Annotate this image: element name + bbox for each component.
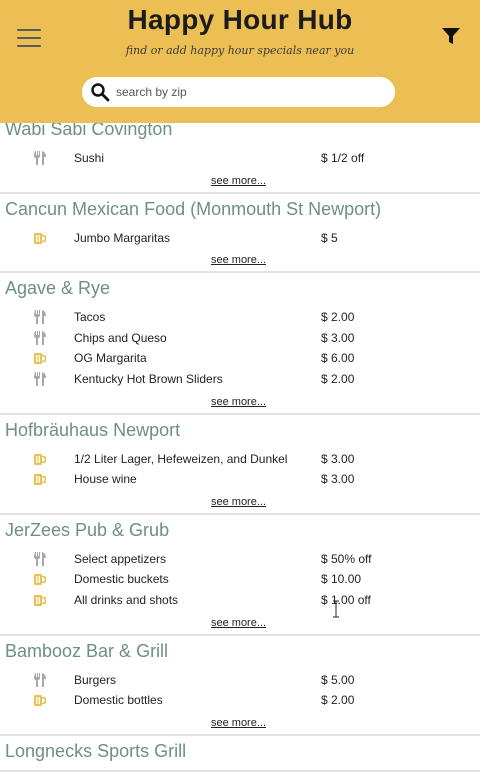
food-icon: [33, 151, 47, 165]
deal-description: Chips and Queso: [74, 330, 167, 345]
drink-icon: [33, 693, 47, 707]
deal-row: Select appetizers $ 50% off: [0, 549, 480, 569]
venue-name[interactable]: Longnecks Sports Grill: [5, 741, 186, 762]
venue-card[interactable]: Wabi Sabi Covington Sushi $ 1/2 off see mor…: [0, 114, 480, 194]
venue-name[interactable]: Hofbräuhaus Newport: [5, 420, 180, 441]
drink-icon: [33, 231, 47, 245]
deal-row: Sushi $ 1/2 off: [0, 148, 480, 168]
see-more-link[interactable]: see more...: [0, 617, 477, 629]
venue-name[interactable]: JerZees Pub & Grub: [5, 520, 169, 541]
venue-card[interactable]: JerZees Pub & Grub Select appetizers $ 50%…: [0, 515, 480, 636]
deal-row: 1/2 Liter Lager, Hefeweizen, and Dunkel $…: [0, 449, 480, 469]
deal-price: $ 5.00: [321, 672, 355, 687]
food-icon: [33, 330, 47, 345]
deal-row: House wine $ 3.00: [0, 469, 480, 489]
drink-icon: [33, 472, 47, 486]
app-header: Happy Hour Hub find or add happy hour sp…: [0, 0, 480, 123]
deal-row: Kentucky Hot Brown Sliders $ 2.00: [0, 369, 480, 389]
deal-description: Select appetizers: [74, 551, 167, 566]
venue-card[interactable]: Cancun Mexican Food (Monmouth St Newport…: [0, 194, 480, 274]
venue-name[interactable]: Agave & Rye: [5, 278, 110, 299]
see-more-link[interactable]: see more...: [0, 717, 477, 729]
deal-description: 1/2 Liter Lager, Hefeweizen, and Dunkel: [74, 451, 288, 466]
deal-price: $ 1.00 off: [321, 592, 371, 607]
deal-price: $ 50% off: [321, 551, 372, 566]
deal-description: House wine: [74, 472, 137, 487]
venue-card[interactable]: Hofbräuhaus Newport 1/2 Liter Lager, Hefe…: [0, 415, 480, 515]
see-more-link[interactable]: see more...: [0, 254, 477, 266]
drink-icon: [33, 452, 47, 466]
filter-icon[interactable]: [441, 26, 461, 46]
deal-description: OG Margarita: [74, 351, 147, 366]
deal-row: Jumbo Margaritas $ 5: [0, 228, 480, 248]
app-title: Happy Hour Hub: [127, 4, 353, 35]
food-icon: [33, 371, 47, 386]
drink-icon: [33, 351, 47, 365]
deal-price: $ 3.00: [321, 330, 355, 345]
search-bar[interactable]: [82, 77, 395, 107]
deal-price: $ 2.00: [321, 310, 355, 325]
venue-name[interactable]: Bambooz Bar & Grill: [5, 641, 168, 662]
drink-icon: [33, 593, 47, 607]
deal-row: Chips and Queso $ 3.00: [0, 328, 480, 348]
deal-description: Sushi: [74, 151, 105, 165]
deal-row: All drinks and shots $ 1.00 off: [0, 590, 480, 610]
zip-search-input[interactable]: [116, 82, 376, 102]
search-icon[interactable]: [90, 82, 110, 102]
deal-description: Tacos: [74, 310, 106, 325]
drink-icon: [33, 572, 47, 586]
deal-row: Tacos $ 2.00: [0, 307, 480, 327]
deal-description: Burgers: [74, 672, 117, 687]
deal-description: Domestic bottles: [74, 693, 163, 708]
deal-description: All drinks and shots: [74, 592, 179, 607]
deal-description: Jumbo Margaritas: [74, 230, 171, 245]
venue-card[interactable]: Longnecks Sports Grill: [0, 736, 480, 772]
deal-price: $ 2.00: [321, 693, 355, 708]
deal-price: $ 2.00: [321, 371, 355, 386]
deal-price: $ 6.00: [321, 351, 355, 366]
venue-name[interactable]: Cancun Mexican Food (Monmouth St Newport…: [5, 199, 381, 220]
deal-row: OG Margarita $ 6.00: [0, 348, 480, 368]
deal-row: Domestic bottles $ 2.00: [0, 690, 480, 710]
app-tagline: find or add happy hour specials near you: [125, 44, 355, 57]
see-more-link[interactable]: see more...: [0, 496, 477, 508]
food-icon: [33, 672, 47, 687]
deal-row: Burgers $ 5.00: [0, 670, 480, 690]
venue-card[interactable]: Bambooz Bar & Grill Burgers $ 5.00 Domestic…: [0, 636, 480, 736]
venue-card[interactable]: Agave & Rye Tacos $ 2.00 Chips and Queso $ 3…: [0, 273, 480, 415]
see-more-link[interactable]: see more...: [0, 396, 477, 408]
deal-description: Kentucky Hot Brown Sliders: [74, 371, 223, 386]
food-icon: [33, 310, 47, 325]
deal-price: $ 1/2 off: [321, 151, 365, 165]
see-more-link[interactable]: see more...: [0, 175, 477, 187]
deal-price: $ 5: [321, 230, 338, 245]
food-icon: [33, 551, 47, 566]
deal-price: $ 3.00: [321, 451, 355, 466]
text-cursor-icon: [333, 600, 339, 618]
deal-row: Domestic buckets $ 10.00: [0, 569, 480, 589]
deal-description: Domestic buckets: [74, 572, 169, 587]
deal-price: $ 3.00: [321, 472, 355, 487]
deal-price: $ 10.00: [321, 572, 362, 587]
